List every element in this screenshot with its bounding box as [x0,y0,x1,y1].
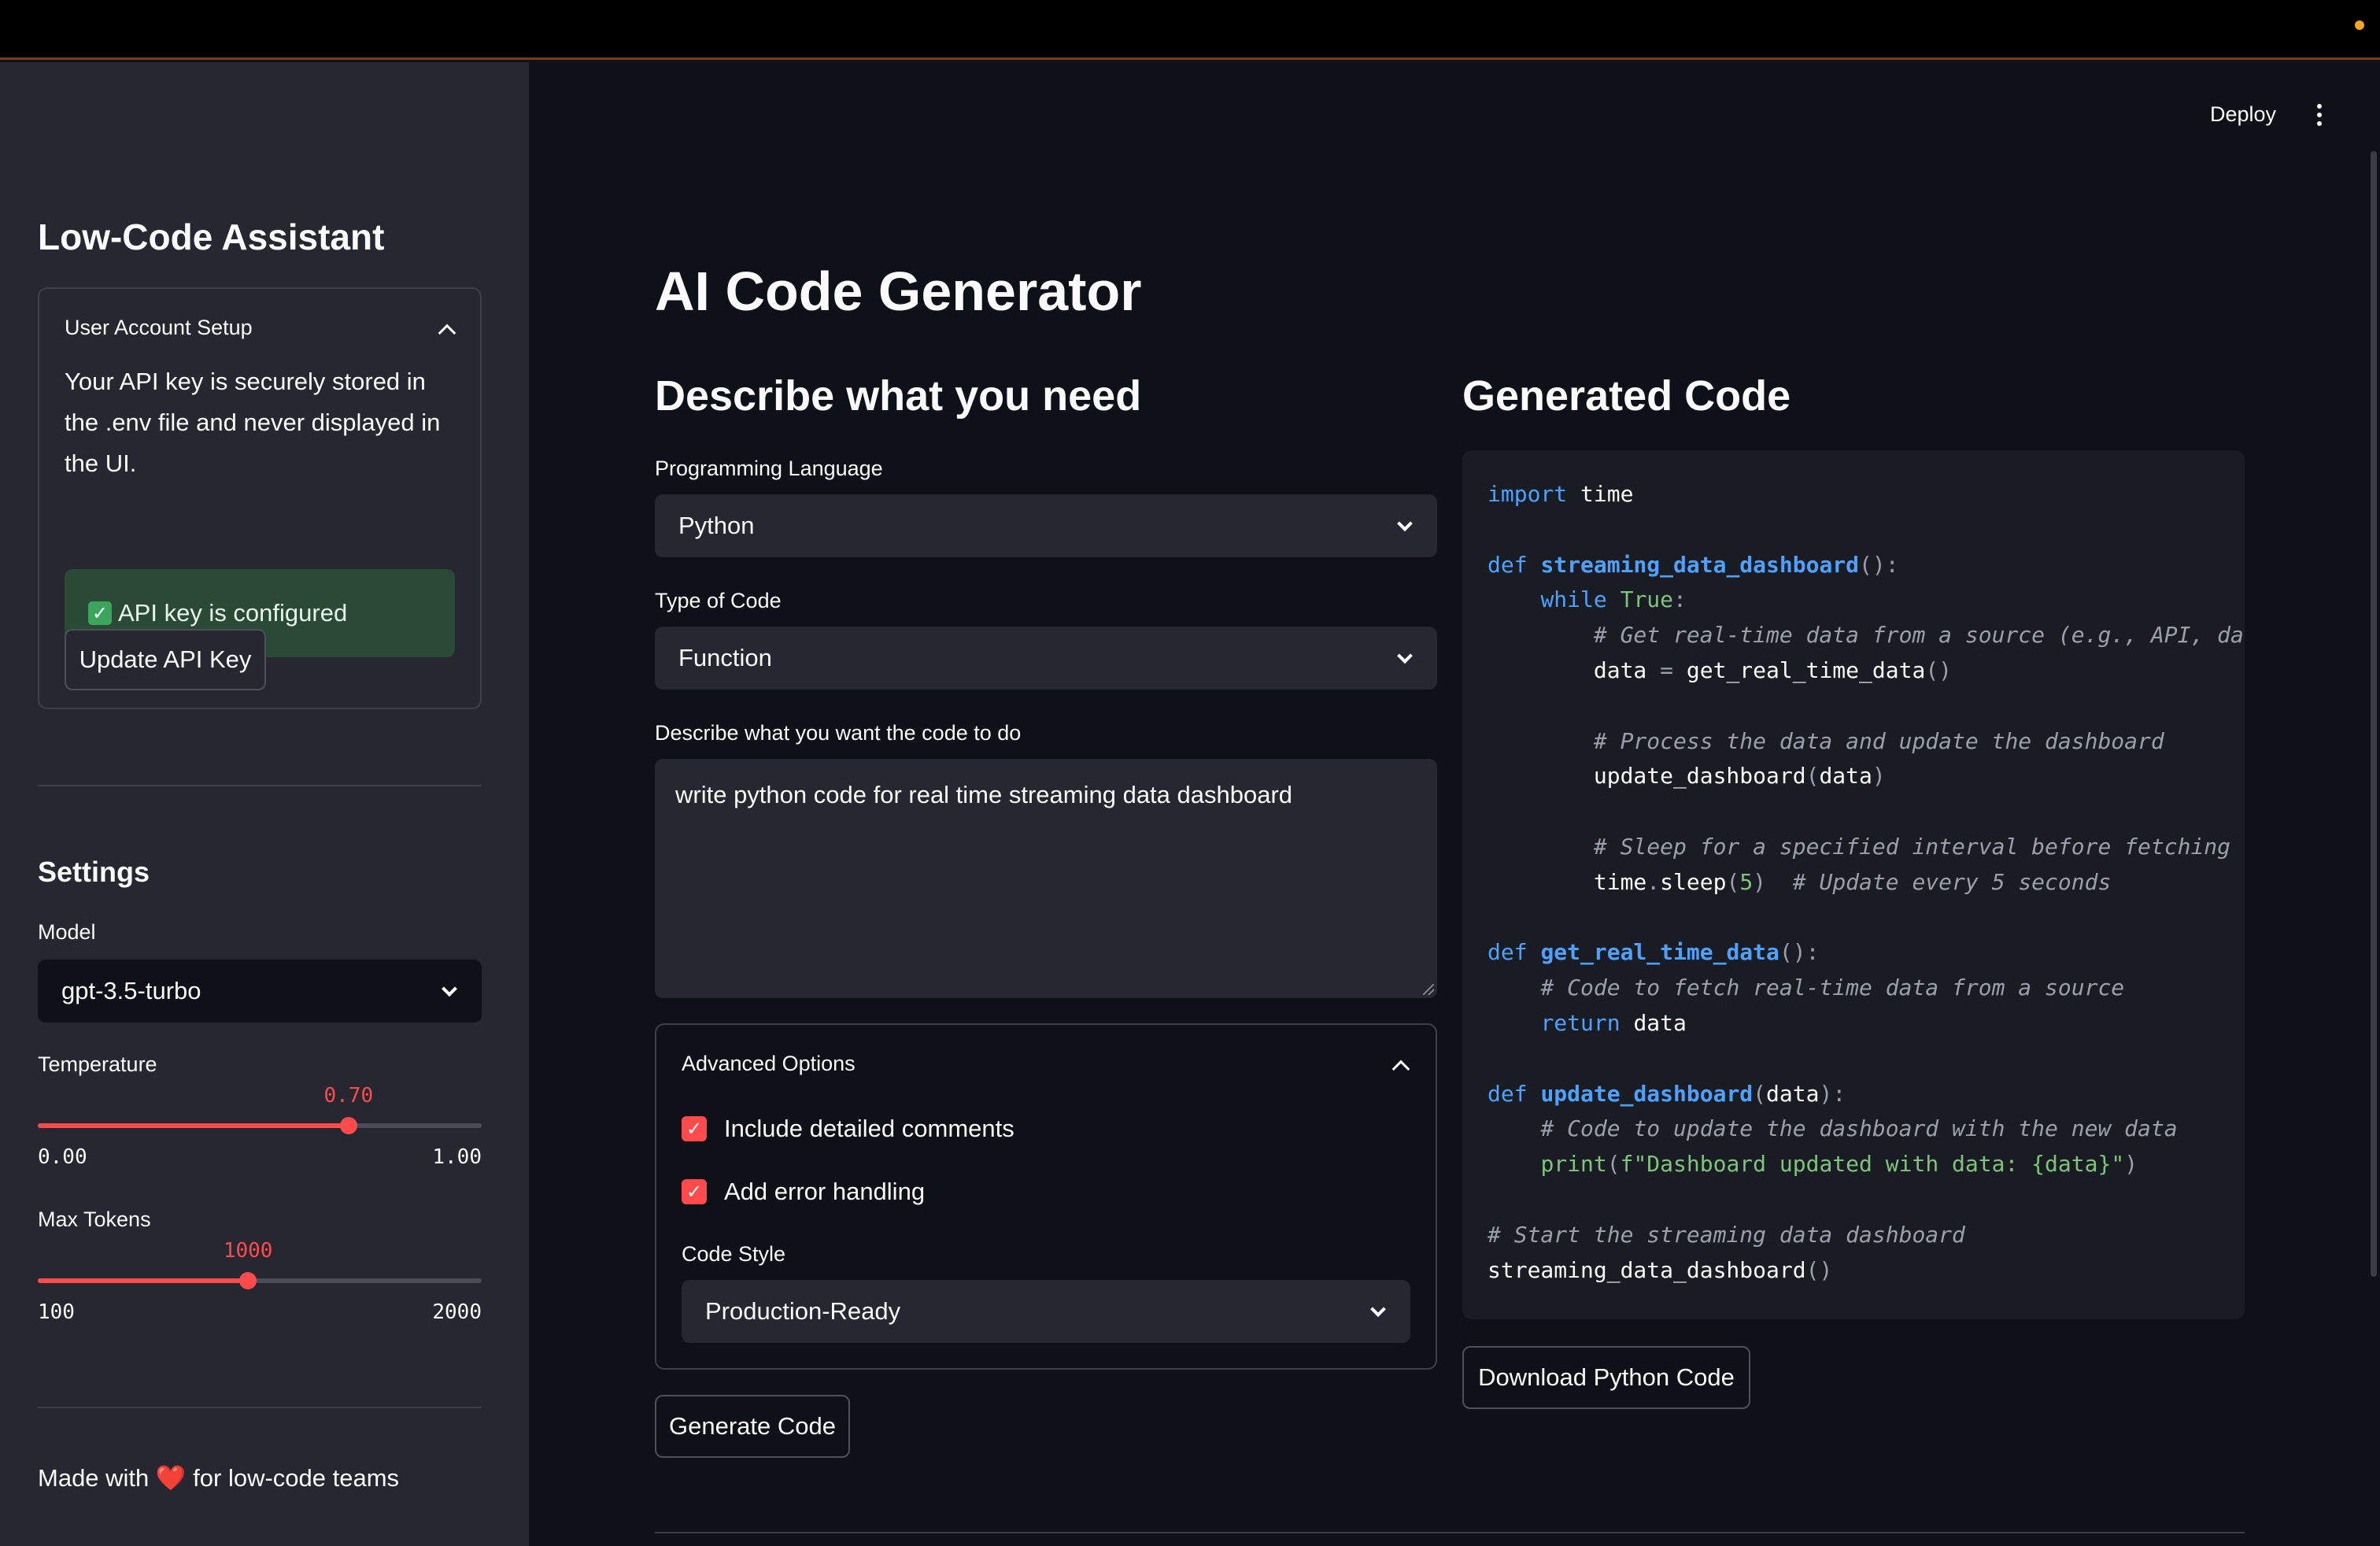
deploy-button[interactable]: Deploy [2210,102,2276,127]
resize-handle-icon[interactable] [1423,984,1434,995]
description-label: Describe what you want the code to do [655,721,1022,745]
chevron-up-icon[interactable] [1391,1060,1410,1078]
include-comments-label: Include detailed comments [724,1115,1014,1142]
language-label: Programming Language [655,457,883,480]
sidebar-title: Low-Code Assistant [38,216,385,257]
download-code-button[interactable]: Download Python Code [1462,1346,1750,1409]
footer-suffix: for low-code teams [193,1464,400,1492]
slider-thumb[interactable] [239,1272,257,1289]
language-select[interactable]: Python [655,494,1437,557]
code-style-select[interactable]: Production-Ready [682,1280,1410,1343]
max-tokens-max: 2000 [432,1300,482,1324]
settings-heading: Settings [38,856,150,888]
slider-fill [38,1123,349,1128]
advanced-options-header[interactable]: Advanced Options [682,1052,856,1076]
user-account-expander-header[interactable]: User Account Setup [65,316,253,340]
code-style-label: Code Style [682,1242,786,1266]
sidebar-divider [38,785,482,786]
page-title: AI Code Generator [655,261,1142,322]
model-select-value: gpt-3.5-turbo [61,977,201,1004]
api-key-info-text: Your API key is securely stored in the .… [65,368,441,477]
describe-heading: Describe what you need [655,372,1142,420]
max-tokens-label: Max Tokens [38,1208,151,1231]
description-text: write python code for real time streamin… [675,781,1293,808]
include-comments-checkbox[interactable]: ✓ [682,1116,707,1141]
code-style-select-value: Production-Ready [705,1297,901,1325]
update-api-key-button[interactable]: Update API Key [65,629,266,690]
slider-fill [38,1278,249,1283]
main-divider [655,1532,2245,1533]
footer-note: Made with ❤️ for low-code teams [38,1463,399,1492]
max-tokens-slider[interactable]: 1000 [38,1239,482,1299]
max-tokens-min: 100 [38,1300,75,1324]
sidebar-divider [38,1407,482,1408]
temperature-slider[interactable]: 0.70 [38,1084,482,1144]
sidebar: Low-Code Assistant User Account Setup Yo… [0,62,529,1546]
error-handling-label: Add error handling [724,1178,926,1205]
code-type-label: Type of Code [655,589,782,612]
error-handling-checkbox-row[interactable]: ✓ Add error handling [682,1178,925,1206]
error-handling-checkbox[interactable]: ✓ [682,1179,707,1204]
chevron-down-icon [1370,1301,1386,1318]
chevron-down-icon [442,981,457,997]
description-textarea[interactable]: write python code for real time streamin… [655,759,1437,998]
running-status-icon [2355,20,2364,30]
temperature-min: 0.00 [38,1145,87,1169]
model-select[interactable]: gpt-3.5-turbo [38,960,482,1023]
chevron-down-icon [1397,516,1413,532]
code-content: import time def streaming_data_dashboard… [1488,481,2245,1283]
language-select-value: Python [678,512,755,539]
code-type-select[interactable]: Function [655,627,1437,690]
code-type-select-value: Function [678,644,772,671]
api-key-status-text: API key is configured [118,599,348,627]
temperature-max: 1.00 [432,1145,482,1169]
user-account-expander: User Account Setup Your API key is secur… [38,287,482,709]
model-label: Model [38,920,96,944]
main-menu-icon[interactable] [2317,104,2322,126]
generate-code-button[interactable]: Generate Code [655,1395,850,1458]
heart-icon: ❤️ [155,1464,187,1492]
app-header [0,0,2380,60]
max-tokens-value: 1000 [223,1239,273,1263]
scrollbar[interactable] [2371,151,2377,1277]
chevron-up-icon[interactable] [438,324,456,342]
code-block[interactable]: import time def streaming_data_dashboard… [1462,450,2245,1319]
temperature-value: 0.70 [323,1084,374,1108]
slider-thumb[interactable] [339,1117,357,1134]
advanced-options-expander: Advanced Options ✓ Include detailed comm… [655,1023,1437,1370]
chevron-down-icon [1397,648,1413,664]
generated-code-heading: Generated Code [1462,372,1791,420]
footer-prefix: Made with [38,1464,150,1492]
include-comments-checkbox-row[interactable]: ✓ Include detailed comments [682,1115,1014,1143]
check-icon: ✓ [88,601,112,625]
temperature-label: Temperature [38,1052,157,1076]
